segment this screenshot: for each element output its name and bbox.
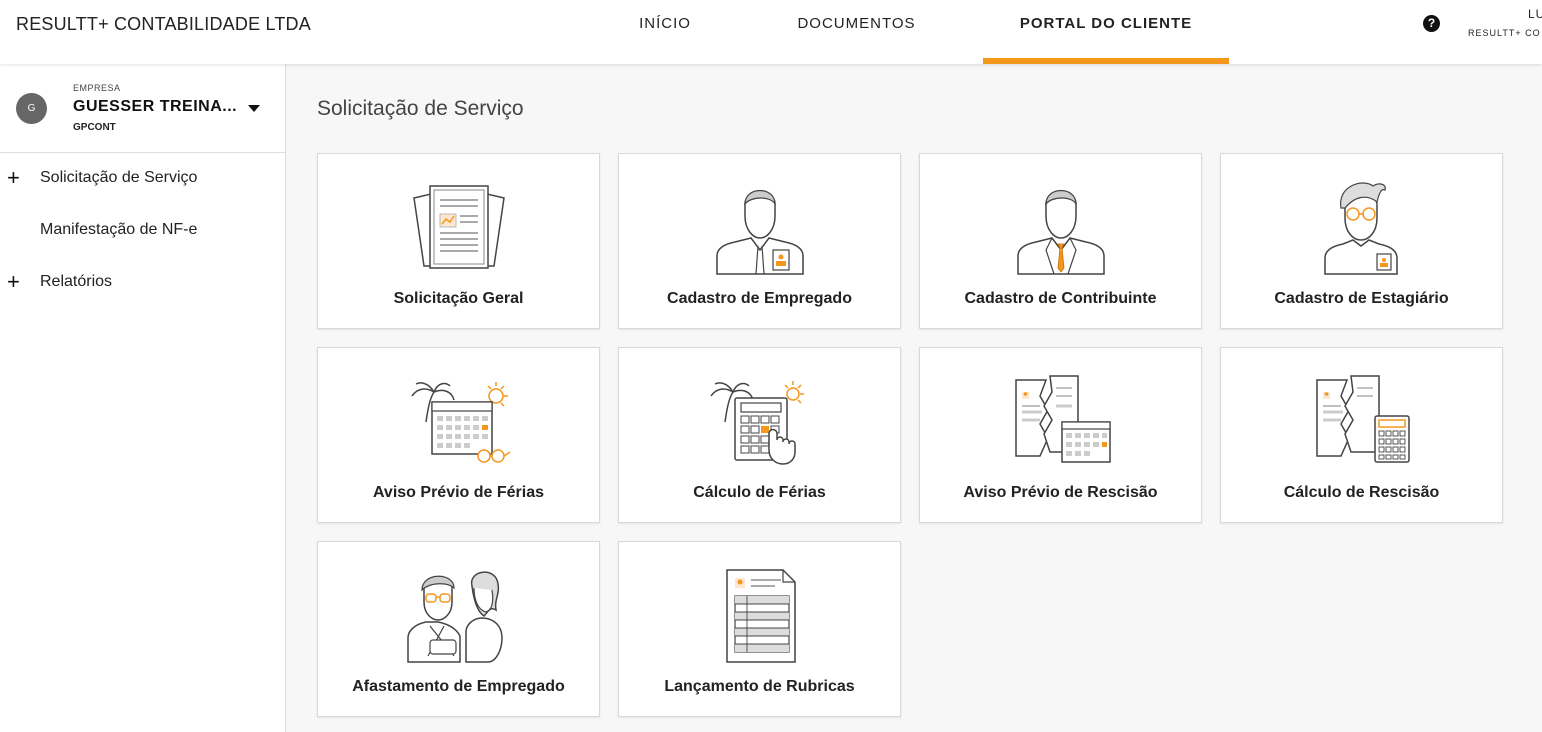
card-label: Lançamento de Rubricas (664, 678, 855, 695)
top-navigation-bar: RESULTT+ CONTABILIDADE LTDA INÍCIO DOCUM… (0, 0, 1542, 64)
card-aviso-previo-rescisao[interactable]: Aviso Prévio de Rescisão (919, 347, 1202, 523)
leave-icon (407, 571, 503, 663)
nav-inicio[interactable]: INÍCIO (620, 0, 710, 64)
sidebar-item-label: Relatórios (40, 273, 113, 290)
card-cadastro-contribuinte[interactable]: Cadastro de Contribuinte (919, 153, 1202, 329)
card-label: Aviso Prévio de Rescisão (963, 484, 1158, 501)
card-label: Solicitação Geral (393, 290, 524, 307)
sidebar: G EMPRESA GUESSER TREINA... GPCONT + Sol… (0, 64, 286, 732)
documents-icon (413, 185, 505, 269)
employee-icon (716, 190, 804, 275)
sidebar-item-label: Solicitação de Serviço (40, 169, 198, 186)
card-cadastro-empregado[interactable]: Cadastro de Empregado (618, 153, 901, 329)
card-label: Cadastro de Contribuinte (964, 290, 1157, 307)
termination-calendar-icon (1015, 375, 1111, 463)
plus-icon[interactable]: + (7, 165, 20, 191)
card-label: Cadastro de Estagiário (1274, 290, 1449, 307)
company-name: GUESSER TREINA... (73, 98, 238, 115)
nav-portal-do-cliente[interactable]: PORTAL DO CLIENTE (983, 0, 1229, 64)
intern-icon (1324, 182, 1398, 275)
card-calculo-rescisao[interactable]: Cálculo de Rescisão (1220, 347, 1503, 523)
vacation-calculator-icon (710, 381, 804, 465)
card-solicitacao-geral[interactable]: Solicitação Geral (317, 153, 600, 329)
sidebar-item-solicitacao-servico[interactable]: + Solicitação de Serviço (0, 163, 285, 197)
card-label: Cálculo de Férias (693, 484, 826, 501)
rubrics-sheet-icon (726, 569, 796, 663)
page-title: Solicitação de Serviço (317, 97, 524, 120)
vacation-calendar-icon (411, 382, 511, 463)
termination-calculator-icon (1316, 375, 1410, 463)
company-avatar: G (16, 93, 47, 124)
card-lancamento-rubricas[interactable]: Lançamento de Rubricas (618, 541, 901, 717)
card-calculo-ferias[interactable]: Cálculo de Férias (618, 347, 901, 523)
user-company: RESULTT+ CO (1468, 28, 1541, 38)
sidebar-item-manifestacao-nfe[interactable]: Manifestação de NF-e (0, 215, 285, 249)
contributor-icon (1017, 190, 1105, 275)
card-aviso-previo-ferias[interactable]: Aviso Prévio de Férias (317, 347, 600, 523)
card-cadastro-estagiario[interactable]: Cadastro de Estagiário (1220, 153, 1503, 329)
card-label: Cadastro de Empregado (667, 290, 852, 307)
help-icon[interactable]: ? (1423, 15, 1440, 32)
card-label: Aviso Prévio de Férias (372, 484, 545, 501)
plus-icon[interactable]: + (7, 269, 20, 295)
card-label: Afastamento de Empregado (352, 678, 565, 695)
user-name[interactable]: LU (1528, 7, 1542, 21)
sidebar-item-label: Manifestação de NF-e (40, 221, 198, 238)
card-afastamento-empregado[interactable]: Afastamento de Empregado (317, 541, 600, 717)
company-selector[interactable]: G EMPRESA GUESSER TREINA... GPCONT (0, 64, 285, 153)
brand-name: RESULTT+ CONTABILIDADE LTDA (16, 14, 311, 34)
company-code: GPCONT (73, 122, 116, 133)
nav-documentos[interactable]: DOCUMENTOS (780, 0, 933, 64)
caret-down-icon[interactable] (248, 105, 260, 112)
sidebar-item-relatorios[interactable]: + Relatórios (0, 267, 285, 301)
company-caption: EMPRESA (73, 83, 121, 93)
card-label: Cálculo de Rescisão (1283, 484, 1440, 501)
